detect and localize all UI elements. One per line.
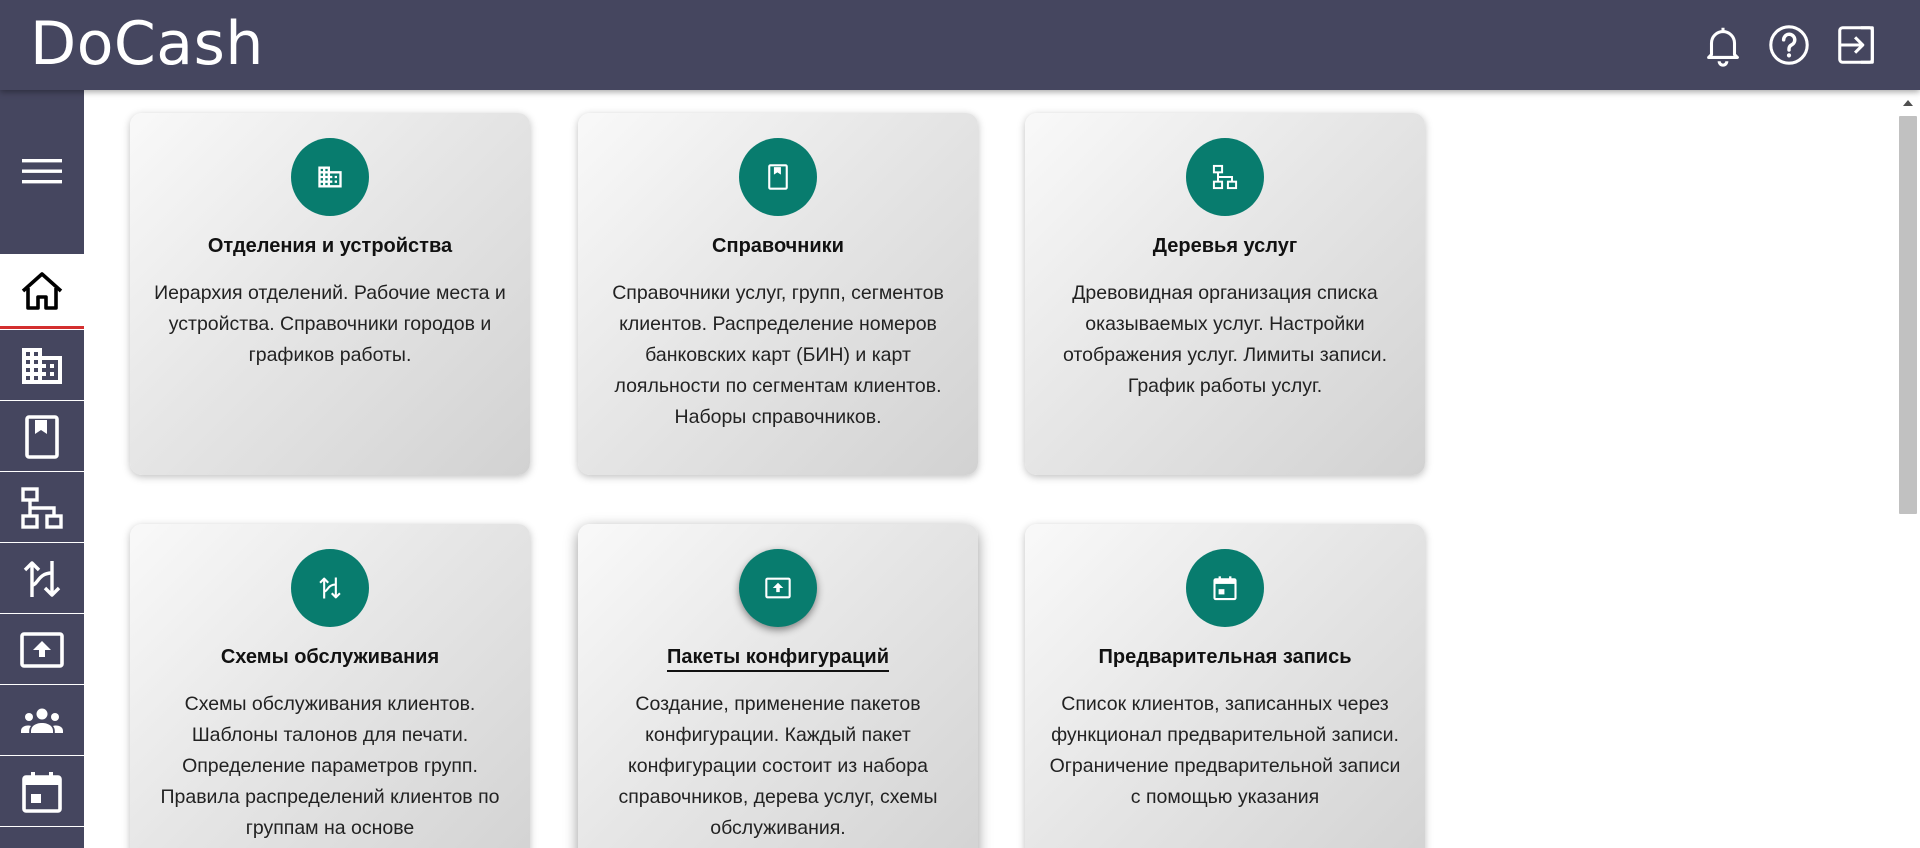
- card-icon-circle: [291, 549, 369, 627]
- top-bar: DoCash: [0, 0, 1920, 90]
- scrollbar-thumb[interactable]: [1899, 116, 1917, 514]
- card-service-schemes[interactable]: Схемы обслуживания Схемы обслуживания кл…: [130, 524, 530, 848]
- card-config-packages[interactable]: Пакеты конфигураций Создание, применение…: [578, 524, 978, 848]
- swap-icon: [23, 561, 61, 597]
- card-description: Справочники услуг, групп, сегментов клие…: [612, 282, 944, 428]
- help-icon[interactable]: [1766, 22, 1812, 68]
- card-title: Деревья услуг: [1152, 235, 1298, 257]
- book-icon: [768, 164, 788, 190]
- sidebar-item-config-packages[interactable]: [0, 613, 84, 684]
- card-icon-circle: [291, 138, 369, 216]
- card-title: Схемы обслуживания: [220, 646, 440, 668]
- swap-icon: [319, 577, 341, 599]
- book-icon: [25, 415, 59, 459]
- hamburger-menu-button[interactable]: [0, 90, 84, 254]
- sidebar-item-appointments[interactable]: [0, 755, 84, 826]
- building-icon: [318, 166, 342, 188]
- logout-icon[interactable]: [1834, 22, 1880, 68]
- card-title: Пакеты конфигураций: [578, 644, 978, 672]
- card-icon-circle: [1186, 549, 1264, 627]
- calendar-icon: [1213, 576, 1237, 601]
- sidebar-item-home[interactable]: [0, 254, 84, 329]
- card-icon-circle: [1186, 138, 1264, 216]
- hamburger-icon: [22, 159, 62, 184]
- card-icon-circle: [739, 138, 817, 216]
- main-content: Отделения и устройства Иерархия отделени…: [84, 90, 1890, 848]
- card-references[interactable]: Справочники Справочники услуг, групп, се…: [578, 113, 978, 475]
- hierarchy-icon: [21, 487, 63, 529]
- users-icon: [21, 708, 63, 733]
- upload-icon: [765, 577, 791, 599]
- sidebar-item-service-schemes[interactable]: [0, 542, 84, 613]
- card-title: Справочники: [712, 235, 844, 257]
- card-description: Список клиентов, записанных через функци…: [1049, 693, 1401, 808]
- home-icon: [21, 272, 63, 310]
- sidebar-item-users[interactable]: [0, 684, 84, 755]
- card-description: Иерархия отделений. Рабочие места и устр…: [154, 282, 506, 366]
- calendar-icon: [22, 772, 62, 813]
- sidebar: [0, 90, 84, 848]
- card-description: Схемы обслуживания клиентов. Шаблоны тал…: [160, 693, 500, 839]
- app-logo: DoCash: [30, 9, 264, 79]
- card-title: Отделения и устройства: [207, 235, 453, 257]
- building-icon: [22, 348, 62, 384]
- sidebar-item-service-trees[interactable]: [0, 471, 84, 542]
- sidebar-item-departments[interactable]: [0, 329, 84, 400]
- bell-icon[interactable]: [1700, 22, 1746, 68]
- scroll-up-arrow-icon[interactable]: [1903, 100, 1913, 106]
- card-icon-circle: [739, 549, 817, 627]
- card-description: Древовидная организация списка оказываем…: [1063, 282, 1387, 397]
- card-description: Создание, применение пакетов конфигураци…: [618, 693, 938, 839]
- hierarchy-icon: [1212, 164, 1238, 190]
- sidebar-item-references[interactable]: [0, 400, 84, 471]
- card-title: Предварительная запись: [1098, 646, 1352, 668]
- card-departments[interactable]: Отделения и устройства Иерархия отделени…: [130, 113, 530, 475]
- card-service-trees[interactable]: Деревья услуг Древовидная организация сп…: [1025, 113, 1425, 475]
- card-appointments[interactable]: Предварительная запись Список клиентов, …: [1025, 524, 1425, 848]
- upload-icon: [20, 632, 64, 668]
- sidebar-item-more[interactable]: [0, 826, 84, 848]
